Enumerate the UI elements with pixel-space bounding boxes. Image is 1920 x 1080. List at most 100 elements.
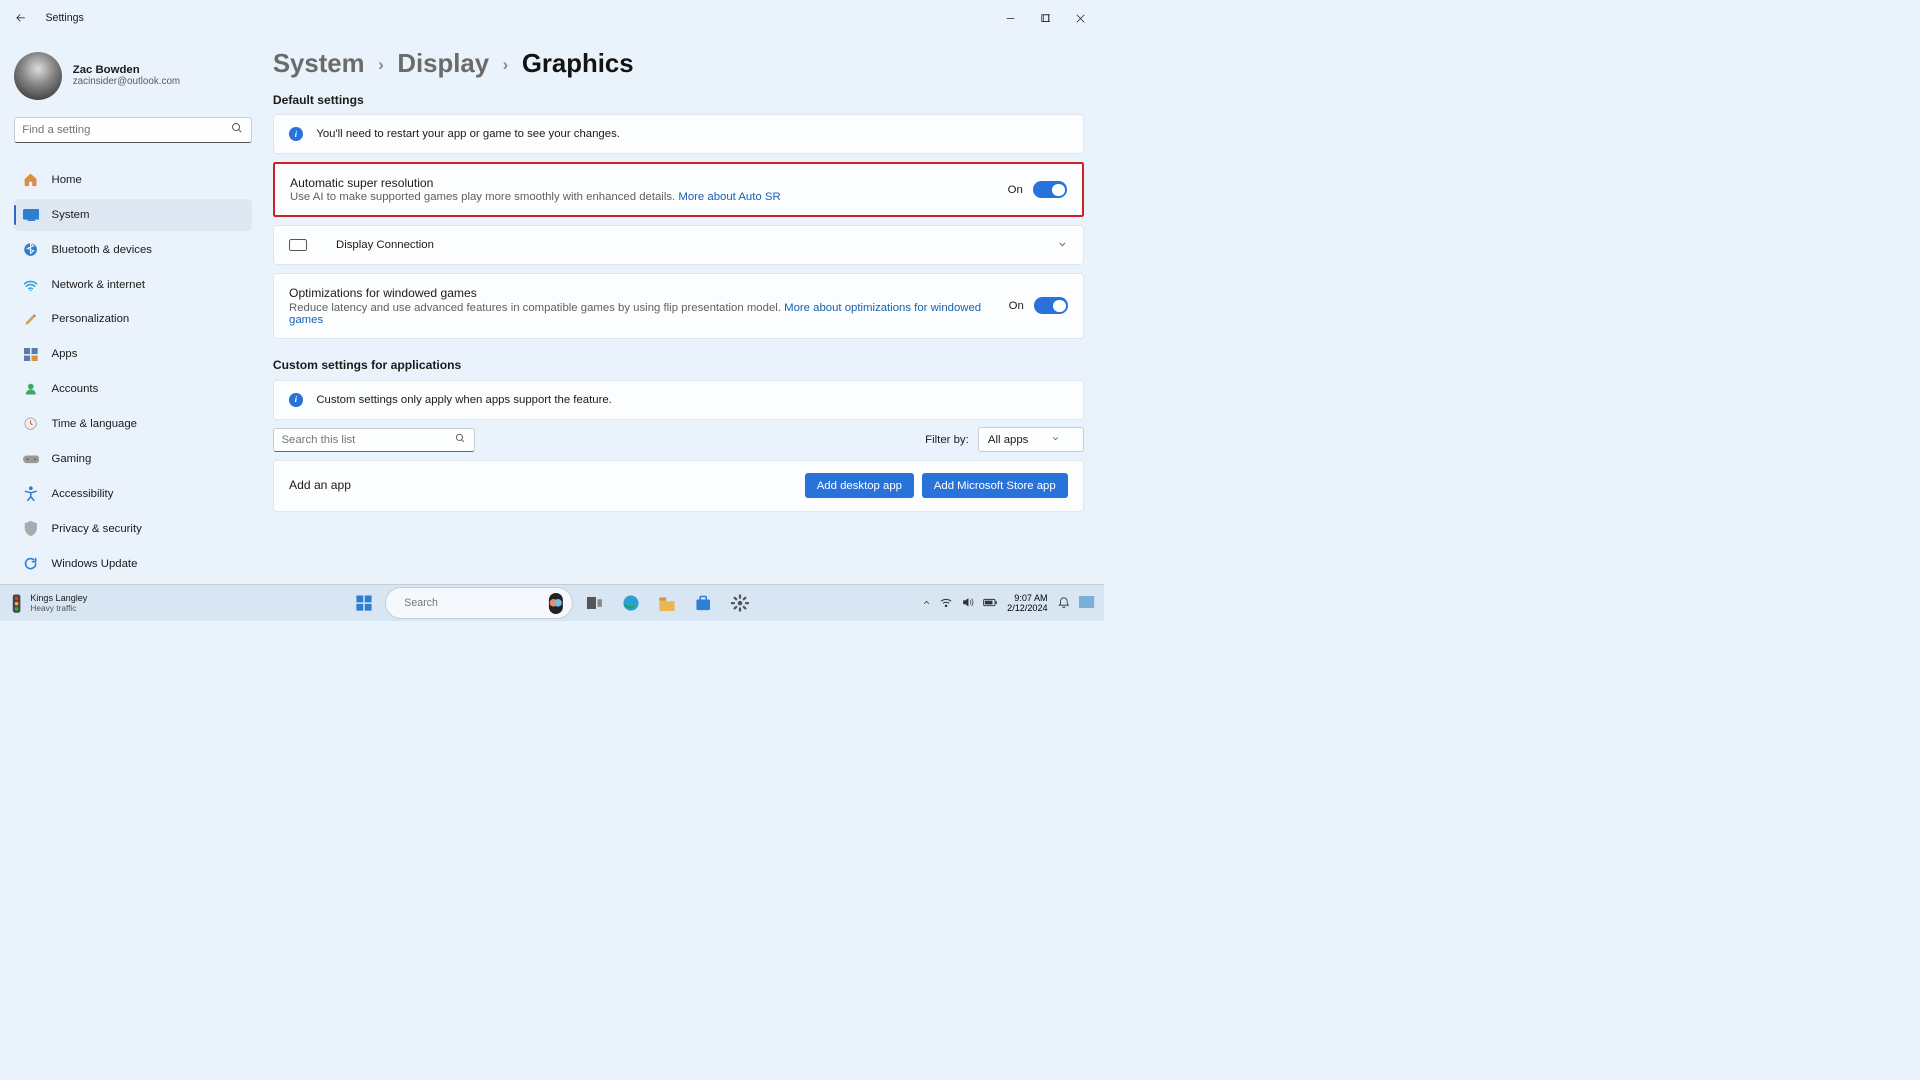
- nav-label: Privacy & security: [52, 523, 142, 535]
- nav-network[interactable]: Network & internet: [14, 269, 252, 301]
- display-connection-card[interactable]: Display Connection: [273, 225, 1084, 265]
- nav-home[interactable]: Home: [14, 164, 252, 196]
- store-button[interactable]: [688, 588, 718, 618]
- system-icon: [23, 207, 40, 224]
- settings-button[interactable]: [725, 588, 755, 618]
- maximize-button[interactable]: [1028, 6, 1063, 30]
- windows-icon: [355, 594, 373, 612]
- nav-gaming[interactable]: Gaming: [14, 443, 252, 475]
- info-icon: i: [289, 393, 303, 407]
- avatar: [14, 52, 63, 101]
- nav-bluetooth[interactable]: Bluetooth & devices: [14, 234, 252, 266]
- windowed-opt-toggle[interactable]: [1034, 297, 1067, 314]
- filter-value: All apps: [988, 434, 1028, 446]
- taskbar-clock[interactable]: 9:07 AM 2/12/2024: [1007, 593, 1047, 613]
- nav-accessibility[interactable]: Accessibility: [14, 478, 252, 510]
- shield-icon: [23, 520, 40, 537]
- traffic-icon: [9, 593, 24, 614]
- nav-personalization[interactable]: Personalization: [14, 304, 252, 336]
- task-view-button[interactable]: [579, 588, 609, 618]
- auto-sr-title: Automatic super resolution: [290, 176, 994, 190]
- wifi-tray-icon[interactable]: [940, 596, 952, 610]
- taskbar-widget[interactable]: Kings Langley Heavy traffic: [9, 593, 87, 614]
- nav-update[interactable]: Windows Update: [14, 548, 252, 580]
- nav-label: Personalization: [52, 313, 130, 325]
- apps-icon: [23, 346, 40, 363]
- taskbar-search-input[interactable]: [404, 597, 541, 609]
- display-connection-title: Display Connection: [336, 239, 434, 251]
- nav-label: Network & internet: [52, 279, 145, 291]
- nav-label: Apps: [52, 348, 78, 360]
- notifications-tray-icon[interactable]: [1057, 595, 1071, 612]
- search-input-wrapper[interactable]: [14, 117, 252, 143]
- auto-sr-link[interactable]: More about Auto SR: [678, 191, 780, 203]
- windowed-opt-state: On: [1009, 300, 1024, 312]
- nav-label: Accounts: [52, 383, 99, 395]
- nav-label: Bluetooth & devices: [52, 244, 152, 256]
- windowed-opt-title: Optimizations for windowed games: [289, 286, 995, 300]
- breadcrumb-display[interactable]: Display: [397, 50, 489, 79]
- start-button[interactable]: [349, 588, 379, 618]
- taskbar-search[interactable]: [385, 587, 573, 619]
- info-text: You'll need to restart your app or game …: [316, 128, 620, 140]
- info-icon: i: [289, 127, 303, 141]
- auto-sr-card[interactable]: Automatic super resolution Use AI to mak…: [273, 162, 1084, 218]
- list-search-wrapper[interactable]: [273, 428, 475, 452]
- brush-icon: [23, 311, 40, 328]
- nav-apps[interactable]: Apps: [14, 338, 252, 370]
- info-custom-card: i Custom settings only apply when apps s…: [273, 380, 1084, 420]
- edge-icon: [622, 594, 640, 612]
- nav-label: Accessibility: [52, 488, 114, 500]
- copilot-icon: [549, 596, 563, 610]
- add-store-app-button[interactable]: Add Microsoft Store app: [922, 473, 1068, 499]
- update-icon: [23, 555, 40, 572]
- breadcrumb: System › Display › Graphics: [273, 50, 1084, 79]
- user-block[interactable]: Zac Bowden zacinsider@outlook.com: [14, 52, 252, 101]
- add-desktop-app-button[interactable]: Add desktop app: [805, 473, 915, 499]
- search-icon: [231, 122, 243, 137]
- list-search-input[interactable]: [281, 434, 455, 446]
- windowed-opt-card[interactable]: Optimizations for windowed games Reduce …: [273, 273, 1084, 339]
- sidebar: Zac Bowden zacinsider@outlook.com Home S…: [0, 36, 265, 584]
- close-button[interactable]: [1063, 6, 1098, 30]
- nav-system[interactable]: System: [14, 199, 252, 231]
- add-app-card: Add an app Add desktop app Add Microsoft…: [273, 460, 1084, 512]
- edge-button[interactable]: [615, 588, 645, 618]
- user-name: Zac Bowden: [73, 64, 180, 76]
- minimize-icon: [1006, 14, 1015, 23]
- minimize-button[interactable]: [993, 6, 1028, 30]
- nav-privacy[interactable]: Privacy & security: [14, 513, 252, 545]
- desktop-peek[interactable]: [1079, 596, 1094, 611]
- user-email: zacinsider@outlook.com: [73, 76, 180, 87]
- auto-sr-toggle[interactable]: [1033, 181, 1066, 198]
- copilot-button[interactable]: [549, 593, 563, 614]
- nav-label: System: [52, 209, 90, 221]
- chevron-right-icon: ›: [503, 55, 509, 75]
- breadcrumb-system[interactable]: System: [273, 50, 365, 79]
- arrow-left-icon: [14, 11, 28, 25]
- back-button[interactable]: [6, 3, 36, 33]
- titlebar: Settings: [0, 0, 1104, 36]
- info-restart-card: i You'll need to restart your app or gam…: [273, 114, 1084, 154]
- nav-accounts[interactable]: Accounts: [14, 373, 252, 405]
- accessibility-icon: [23, 485, 40, 502]
- section-default-settings: Default settings: [273, 93, 1084, 107]
- filter-select[interactable]: All apps: [978, 427, 1084, 452]
- info-custom-text: Custom settings only apply when apps sup…: [316, 394, 612, 406]
- battery-tray-icon[interactable]: [983, 596, 998, 610]
- chevron-down-icon: [1051, 434, 1060, 446]
- widget-line2: Heavy traffic: [30, 603, 87, 613]
- volume-tray-icon[interactable]: [962, 596, 974, 610]
- tray-chevron-icon[interactable]: [922, 596, 931, 610]
- wifi-icon: [23, 276, 40, 293]
- maximize-icon: [1041, 14, 1050, 23]
- nav-label: Windows Update: [52, 558, 138, 570]
- close-icon: [1076, 14, 1085, 23]
- explorer-button[interactable]: [652, 588, 682, 618]
- nav-time[interactable]: Time & language: [14, 408, 252, 440]
- clock-icon: [23, 416, 40, 433]
- gear-icon: [731, 594, 749, 612]
- breadcrumb-current: Graphics: [522, 50, 634, 79]
- search-input[interactable]: [22, 124, 231, 136]
- add-app-title: Add an app: [289, 478, 351, 492]
